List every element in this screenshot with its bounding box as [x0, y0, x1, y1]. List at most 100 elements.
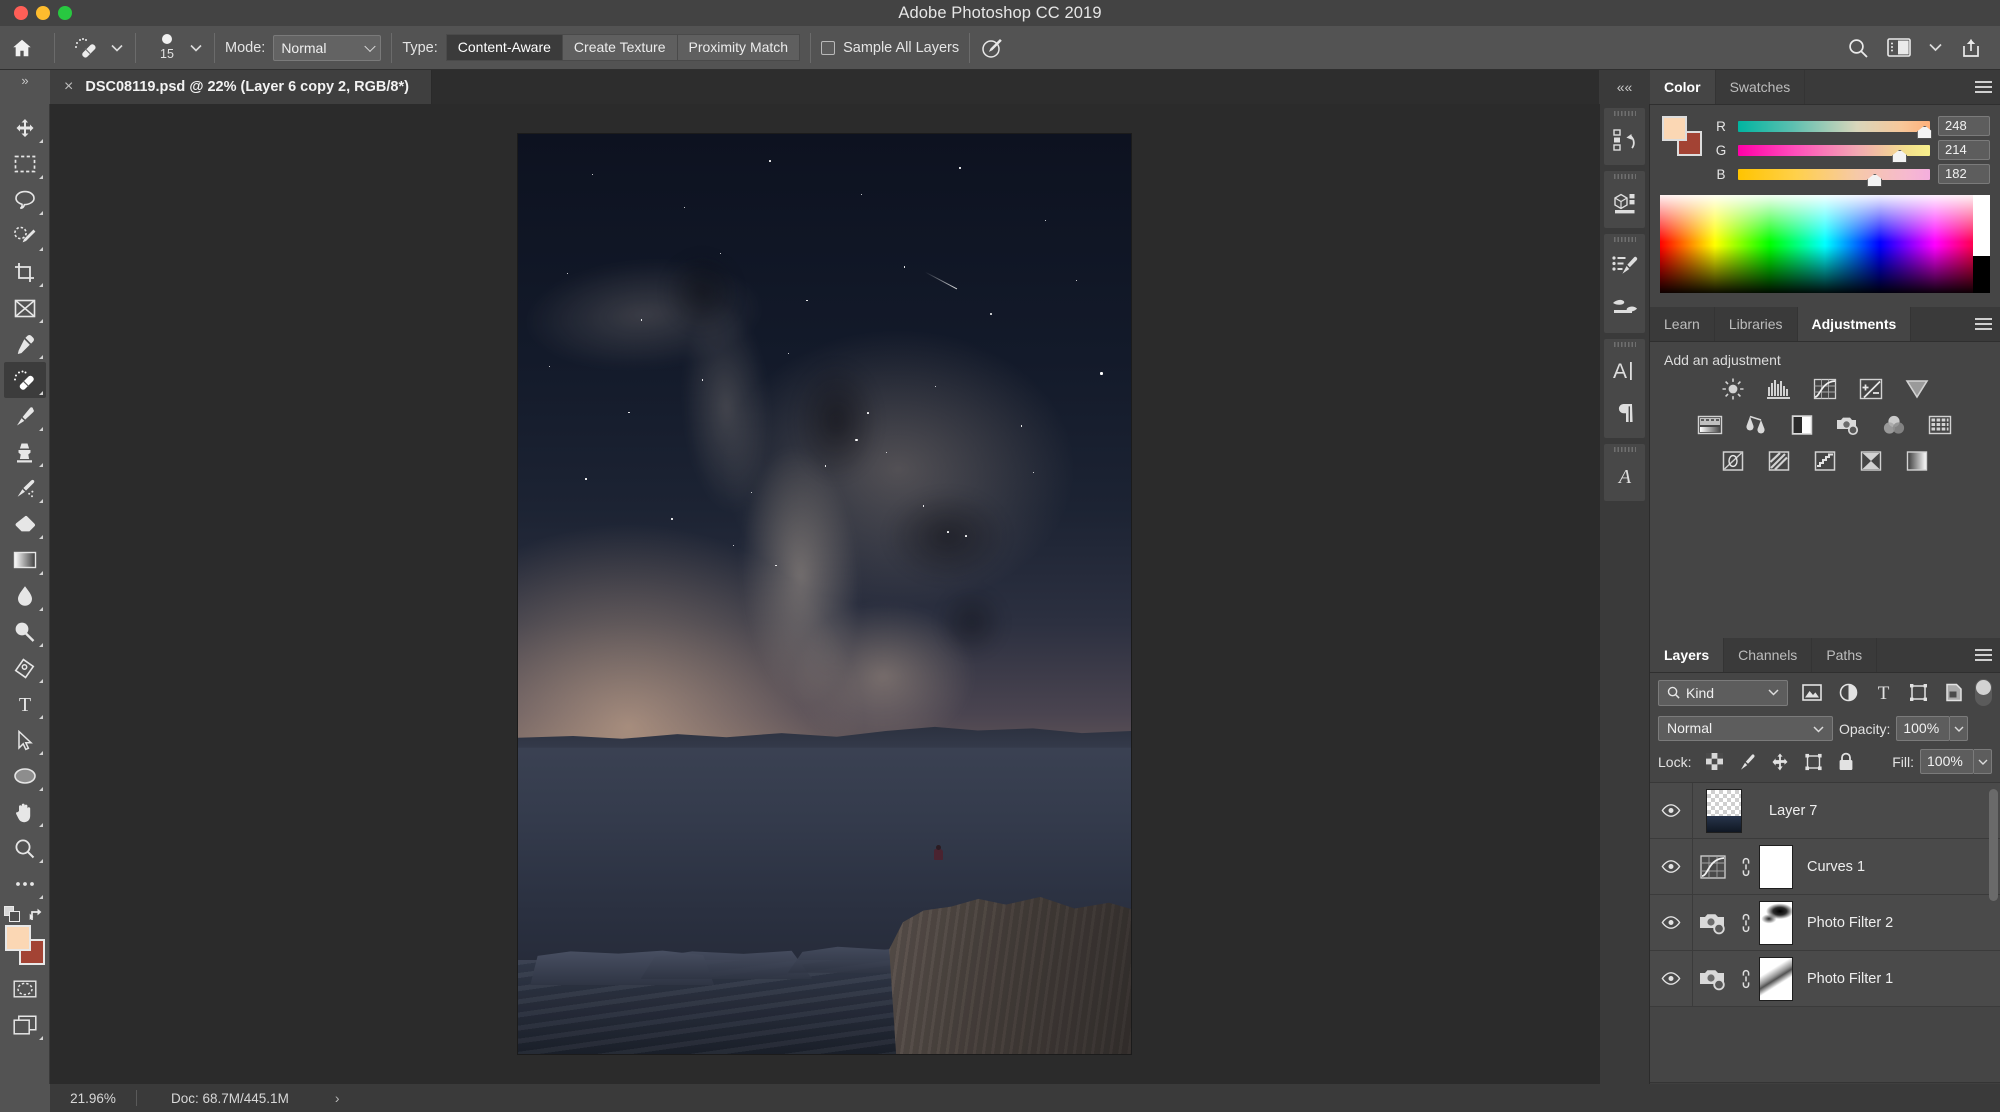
- layer-visibility-toggle[interactable]: [1650, 860, 1692, 873]
- opacity-chevron-down-icon[interactable]: [1950, 716, 1969, 741]
- document-canvas[interactable]: [518, 134, 1131, 1054]
- r-slider-thumb[interactable]: [1917, 125, 1933, 139]
- layer-mask-link-icon[interactable]: [1733, 913, 1759, 933]
- color-balance-icon[interactable]: [1743, 412, 1769, 438]
- frame-tool[interactable]: [4, 290, 46, 326]
- tab-learn[interactable]: Learn: [1650, 307, 1715, 341]
- layer-mask-thumbnail[interactable]: [1759, 900, 1793, 945]
- type-proximity-match-button[interactable]: Proximity Match: [676, 34, 801, 61]
- layer-filter-kind-select[interactable]: Kind: [1658, 679, 1788, 706]
- tab-libraries[interactable]: Libraries: [1715, 307, 1798, 341]
- document-info-text[interactable]: Doc: 68.7M/445.1M: [171, 1091, 289, 1106]
- layer-mask-thumbnail[interactable]: [1759, 956, 1793, 1001]
- layers-scrollbar-thumb[interactable]: [1989, 789, 1998, 901]
- swap-colors-icon[interactable]: [29, 907, 46, 922]
- status-expand-arrow-icon[interactable]: ›: [335, 1090, 340, 1106]
- g-slider-track[interactable]: [1738, 144, 1930, 163]
- fill-chevron-down-icon[interactable]: [1974, 749, 1992, 774]
- layer-mask-link-icon[interactable]: [1733, 857, 1759, 877]
- curves-adjustment-thumbnail[interactable]: [1693, 854, 1733, 880]
- tab-color[interactable]: Color: [1650, 70, 1716, 104]
- lasso-tool[interactable]: [4, 182, 46, 218]
- spectrum-white-black-ends[interactable]: [1973, 195, 1990, 293]
- spot-healing-brush-icon[interactable]: [65, 30, 109, 66]
- panel-grip[interactable]: [1604, 234, 1645, 245]
- invert-icon[interactable]: [1720, 448, 1746, 474]
- pen-tool[interactable]: [4, 650, 46, 686]
- document-tab[interactable]: × DSC08119.psd @ 22% (Layer 6 copy 2, RG…: [50, 70, 432, 104]
- type-tool[interactable]: T: [4, 686, 46, 722]
- photo-filter-adjustment-thumbnail[interactable]: [1693, 910, 1733, 936]
- lock-artboard-icon[interactable]: [1804, 753, 1823, 771]
- brush-preset-chevron-down-icon[interactable]: [109, 44, 125, 52]
- clone-stamp-tool[interactable]: [4, 434, 46, 470]
- workspace-chevron-down-icon[interactable]: [1929, 43, 1942, 52]
- panel-menu-icon[interactable]: [1966, 70, 2000, 104]
- vibrance-icon[interactable]: [1904, 376, 1930, 402]
- layer-mask-link-icon[interactable]: [1733, 969, 1759, 989]
- layer-name[interactable]: Photo Filter 2: [1807, 915, 1893, 931]
- paragraph-icon[interactable]: [1604, 392, 1645, 434]
- share-icon[interactable]: [1960, 37, 1982, 59]
- fill-value-field[interactable]: 100%: [1920, 749, 1974, 774]
- quick-selection-tool[interactable]: [4, 218, 46, 254]
- layer-visibility-toggle[interactable]: [1650, 804, 1692, 817]
- exposure-icon[interactable]: [1858, 376, 1884, 402]
- collapse-panels-button[interactable]: ««: [1599, 70, 1650, 104]
- tab-layers[interactable]: Layers: [1650, 638, 1725, 672]
- layer-name[interactable]: Layer 7: [1769, 803, 1817, 819]
- levels-icon[interactable]: [1766, 376, 1792, 402]
- brightness-contrast-icon[interactable]: [1720, 376, 1746, 402]
- tab-channels[interactable]: Channels: [1724, 638, 1813, 672]
- foreground-color-swatch[interactable]: [4, 925, 31, 951]
- brush-tool[interactable]: [4, 398, 46, 434]
- posterize-icon[interactable]: [1766, 448, 1792, 474]
- eraser-tool[interactable]: [4, 506, 46, 542]
- sample-all-layers-checkbox[interactable]: Sample All Layers: [821, 40, 959, 56]
- panel-grip[interactable]: [1604, 171, 1645, 182]
- b-slider-thumb[interactable]: [1867, 173, 1883, 187]
- foreground-background-color[interactable]: [4, 925, 45, 965]
- 3d-properties-icon[interactable]: [1604, 182, 1645, 224]
- hand-tool[interactable]: [4, 794, 46, 830]
- layer-name[interactable]: Photo Filter 1: [1807, 971, 1893, 987]
- gradient-tool[interactable]: [4, 542, 46, 578]
- zoom-tool[interactable]: [4, 830, 46, 866]
- r-value-field[interactable]: 248: [1938, 116, 1990, 136]
- home-icon[interactable]: [0, 37, 44, 59]
- path-selection-tool[interactable]: [4, 722, 46, 758]
- table-row[interactable]: Curves 1: [1650, 838, 2000, 895]
- threshold-icon[interactable]: [1812, 448, 1838, 474]
- type-content-aware-button[interactable]: Content-Aware: [445, 34, 562, 61]
- blend-mode-select[interactable]: Normal: [1658, 716, 1833, 741]
- pixel-layers-filter-icon[interactable]: [1802, 684, 1822, 701]
- dodge-tool[interactable]: [4, 614, 46, 650]
- layer-list[interactable]: Layer 7 Curves 1 Photo Filter 2 Photo Fi…: [1650, 782, 2000, 1007]
- tab-swatches[interactable]: Swatches: [1716, 70, 1806, 104]
- channel-mixer-icon[interactable]: [1881, 412, 1907, 438]
- layer-name[interactable]: Curves 1: [1807, 859, 1865, 875]
- canvas-area[interactable]: [50, 104, 1599, 1084]
- black-white-icon[interactable]: [1789, 412, 1815, 438]
- edit-toolbar-tool[interactable]: [4, 866, 46, 902]
- lock-transparent-pixels-icon[interactable]: [1706, 753, 1724, 770]
- blur-tool[interactable]: [4, 578, 46, 614]
- filter-toggle-switch[interactable]: [1975, 679, 1992, 706]
- gradient-map-icon[interactable]: [1904, 448, 1930, 474]
- color-spectrum-ramp[interactable]: [1660, 195, 1990, 293]
- brush-settings-icon[interactable]: [1604, 245, 1645, 287]
- toolbar-expand-button[interactable]: »: [0, 70, 50, 104]
- brush-size-control[interactable]: 15: [146, 34, 188, 61]
- table-row[interactable]: Photo Filter 1: [1650, 950, 2000, 1007]
- layer-thumbnail[interactable]: [1706, 788, 1742, 833]
- b-slider-track[interactable]: [1738, 168, 1930, 187]
- tab-adjustments[interactable]: Adjustments: [1797, 307, 1912, 341]
- lock-position-icon[interactable]: [1771, 753, 1789, 771]
- table-row[interactable]: Layer 7: [1650, 782, 2000, 839]
- hue-saturation-icon[interactable]: [1697, 412, 1723, 438]
- eyedropper-tool[interactable]: [4, 326, 46, 362]
- color-panel-swatches[interactable]: [1662, 116, 1702, 156]
- g-slider-thumb[interactable]: [1892, 149, 1908, 163]
- table-row[interactable]: Photo Filter 2: [1650, 894, 2000, 951]
- g-value-field[interactable]: 214: [1938, 140, 1990, 160]
